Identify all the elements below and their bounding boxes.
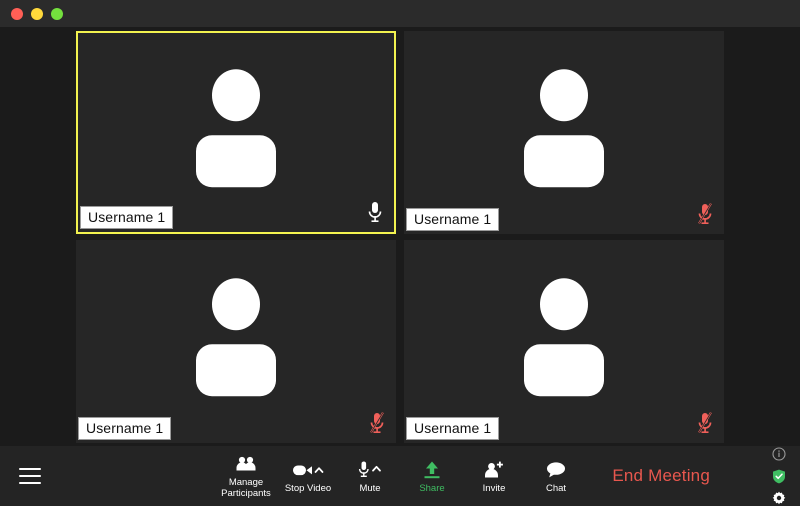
info-circle-icon[interactable]	[771, 446, 787, 462]
window-controls	[11, 7, 63, 20]
avatar	[190, 277, 282, 396]
shield-check-icon[interactable]	[771, 468, 787, 484]
mute-label: Mute	[359, 482, 381, 494]
share-label: Share	[419, 482, 445, 494]
invite-button[interactable]: Invite	[463, 446, 525, 506]
video-tile[interactable]: Username 1	[76, 31, 396, 234]
zoom-meeting-window: Username 1 Username 1 Username 1 Usernam…	[0, 0, 800, 506]
avatar-body	[196, 343, 276, 396]
minimize-button[interactable]	[31, 7, 43, 20]
share-screen-button[interactable]: Share	[401, 446, 463, 506]
microphone-muted-icon	[696, 411, 714, 435]
microphone-muted-icon	[696, 202, 714, 226]
chat-label: Chat	[545, 482, 567, 494]
toolbar-status-icons	[771, 446, 787, 506]
participant-name-badge: Username 1	[406, 417, 500, 440]
participant-name-badge: Username 1	[406, 208, 500, 231]
avatar-body	[196, 134, 276, 187]
video-tile[interactable]: Username 1	[404, 31, 724, 234]
participant-name-badge: Username 1	[80, 206, 174, 229]
avatar-head	[540, 277, 588, 330]
stop-video-label: Stop Video	[284, 482, 332, 494]
add-person-icon	[483, 459, 505, 481]
participant-name-badge: Username 1	[78, 417, 172, 440]
avatar-body	[524, 343, 604, 396]
participants-icon	[234, 453, 258, 475]
microphone-muted-icon	[368, 411, 386, 435]
title-bar	[0, 0, 800, 27]
close-button[interactable]	[11, 7, 23, 20]
hamburger-line	[19, 482, 41, 484]
microphone-icon	[355, 459, 385, 481]
stop-video-button[interactable]: Stop Video	[277, 446, 339, 506]
hamburger-menu-icon[interactable]	[19, 468, 41, 484]
meeting-toolbar: Manage Participants Stop Video Mute Shar…	[0, 446, 800, 506]
avatar-head	[540, 68, 588, 121]
avatar-head	[212, 277, 260, 330]
invite-label: Invite	[482, 482, 506, 494]
video-tile[interactable]: Username 1	[76, 240, 396, 443]
hamburger-line	[19, 475, 41, 477]
manage-participants-button[interactable]: Manage Participants	[215, 446, 277, 506]
manage-participants-label: Manage Participants	[221, 477, 271, 499]
avatar-body	[524, 134, 604, 187]
avatar	[518, 277, 610, 396]
video-grid: Username 1 Username 1 Username 1 Usernam…	[0, 27, 800, 446]
video-tile[interactable]: Username 1	[404, 240, 724, 443]
toolbar-tools: Manage Participants Stop Video Mute Shar…	[215, 446, 587, 506]
avatar	[190, 68, 282, 187]
zoom-button[interactable]	[51, 7, 63, 20]
avatar-head	[212, 68, 260, 121]
gear-icon[interactable]	[771, 490, 787, 506]
chat-bubble-icon	[544, 459, 568, 481]
hamburger-line	[19, 468, 41, 470]
video-camera-icon	[291, 459, 325, 481]
chat-button[interactable]: Chat	[525, 446, 587, 506]
share-upload-icon	[421, 459, 443, 481]
avatar	[518, 68, 610, 187]
mute-button[interactable]: Mute	[339, 446, 401, 506]
end-meeting-button[interactable]: End Meeting	[612, 466, 710, 486]
microphone-icon	[366, 200, 384, 224]
